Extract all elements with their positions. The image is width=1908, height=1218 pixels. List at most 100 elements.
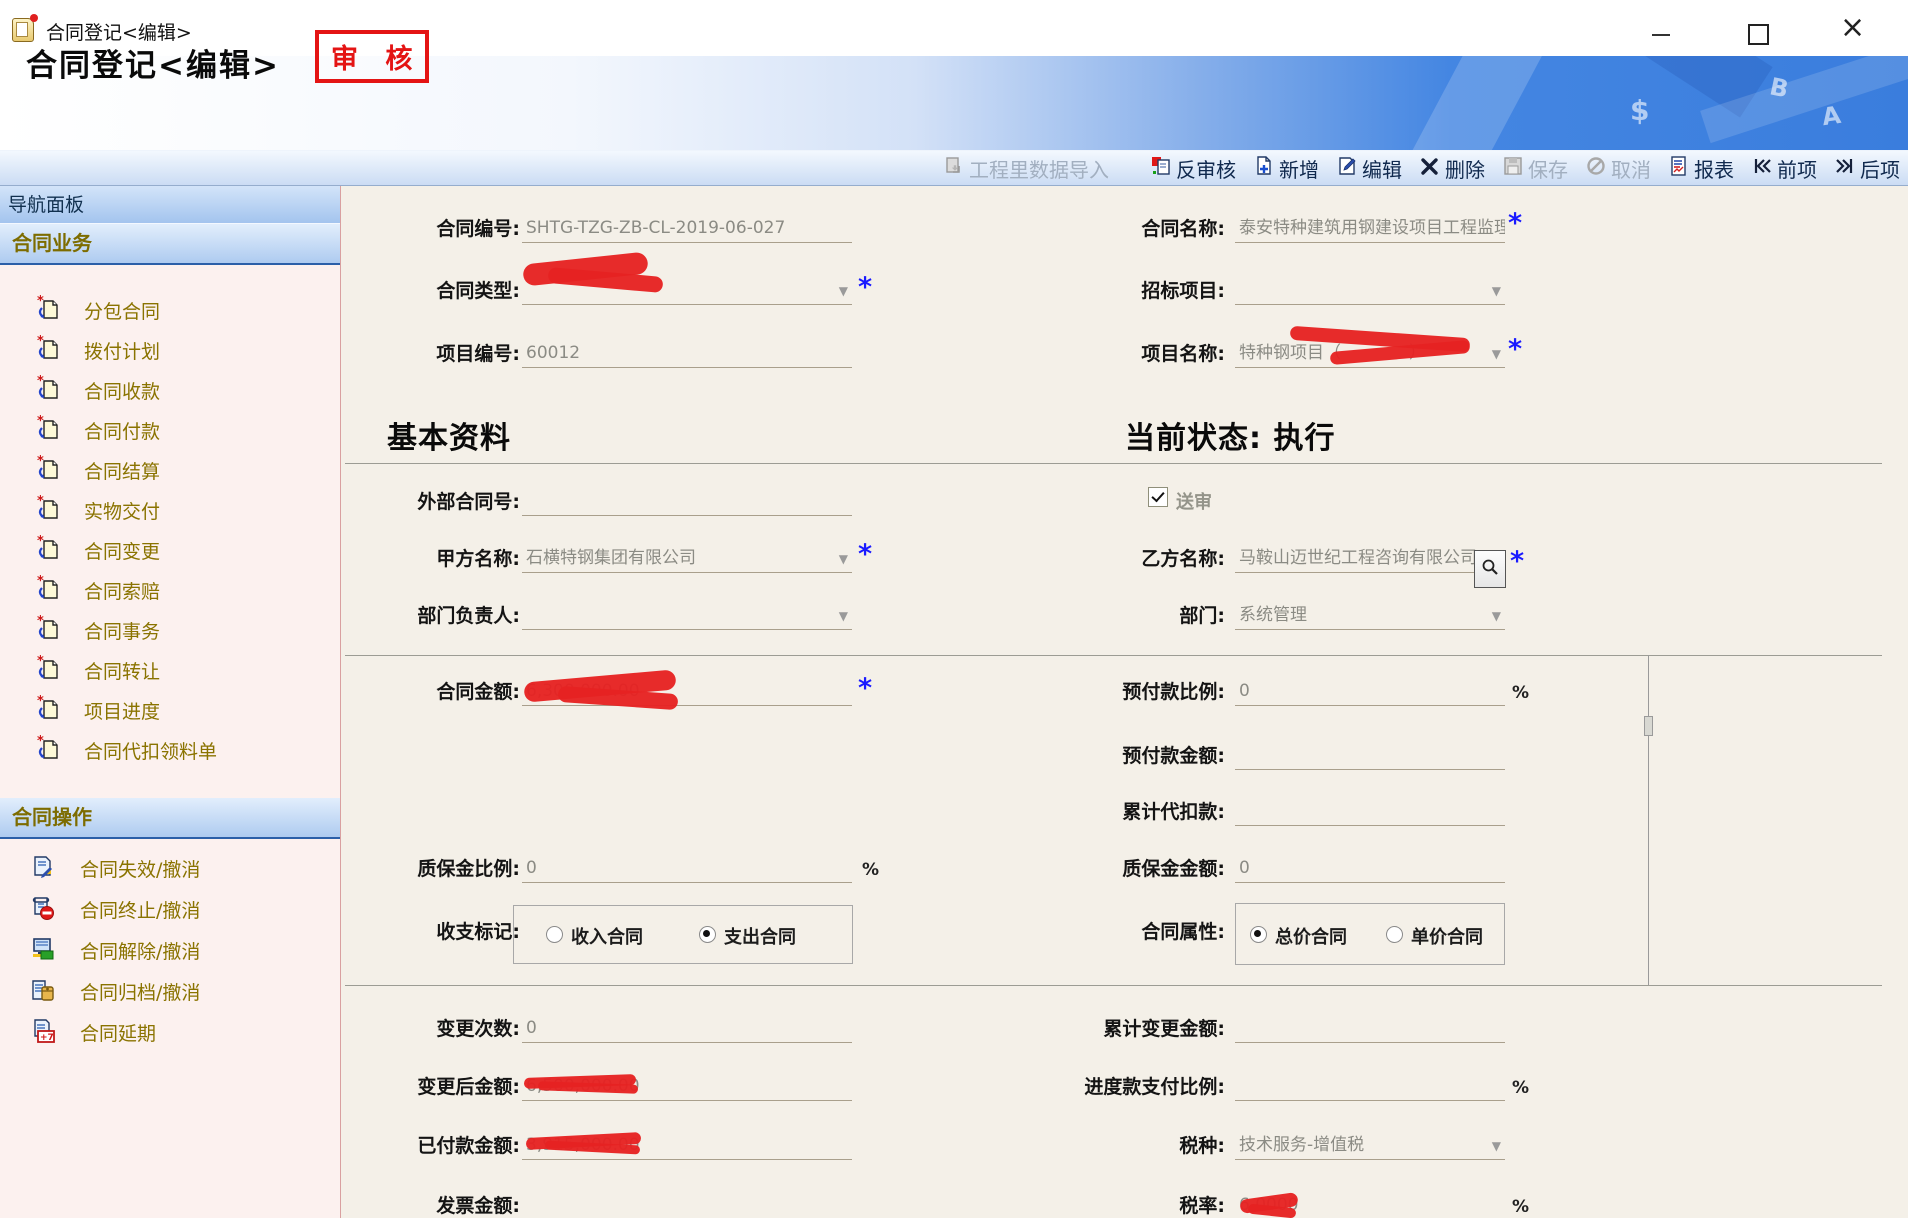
chevron-down-icon[interactable]: ▼	[839, 553, 848, 565]
toolbar-delete-button[interactable]: 删除	[1420, 154, 1485, 183]
toolbar-add-button[interactable]: 新增	[1254, 154, 1319, 183]
field-warranty-ratio: 质保金比例: 0	[350, 855, 852, 883]
doc-arrow-icon	[36, 375, 62, 405]
sidebar-panel-title: 导航面板	[0, 186, 340, 224]
panel-edge	[1648, 655, 1649, 985]
contract-registration-window: * 合同登记<编辑> × $ B A 合同登记<编辑> 审 核 工程里数据导入 …	[0, 0, 1908, 1218]
chevron-down-icon[interactable]: ▼	[839, 610, 848, 622]
save-icon	[1503, 156, 1523, 181]
doc-arrow-icon	[36, 655, 62, 685]
warranty-ratio-input[interactable]: 0	[522, 855, 852, 883]
toolbar-next-button[interactable]: 后项	[1835, 154, 1900, 183]
invoice-amount-input[interactable]	[522, 1192, 852, 1218]
lump-sum-radio[interactable]	[1250, 926, 1267, 943]
unapprove-icon	[1151, 156, 1171, 181]
sidebar-item-contract-transfer[interactable]: 合同转让	[0, 650, 340, 690]
toolbar-save-button: 保存	[1503, 154, 1568, 183]
sidebar-item-project-progress[interactable]: 项目进度	[0, 690, 340, 730]
sidebar-item-physical-delivery[interactable]: 实物交付	[0, 490, 340, 530]
doc-arrow-icon	[36, 415, 62, 445]
unit-price-radio[interactable]	[1386, 926, 1403, 943]
field-bidding-project: 招标项目: ▼	[1000, 277, 1505, 305]
party-b-dropdown[interactable]: 马鞍山迈世纪工程咨询有限公司▼	[1235, 545, 1505, 573]
change-count-input[interactable]: 0	[522, 1015, 852, 1043]
field-invoice-amount: 发票金额:	[350, 1192, 852, 1218]
progress-pay-ratio-input[interactable]	[1235, 1073, 1505, 1101]
external-no-input[interactable]	[522, 488, 852, 516]
sidebar-item-subcontract[interactable]: 分包合同	[0, 290, 340, 330]
doc-arrow-icon	[36, 295, 62, 325]
cumulative-change-amount-input[interactable]	[1235, 1015, 1505, 1043]
sidebar-item-contract-terminate[interactable]: 合同终止/撤消	[0, 889, 340, 930]
doc-arrow-icon	[36, 335, 62, 365]
maximize-button[interactable]	[1748, 24, 1769, 45]
sidebar-item-contract-settlement[interactable]: 合同结算	[0, 450, 340, 490]
sidebar-item-contract-payment[interactable]: 合同付款	[0, 410, 340, 450]
warranty-amount-input[interactable]: 0	[1235, 855, 1505, 883]
percent-suffix: %	[862, 860, 879, 880]
sidebar-item-contract-rescind[interactable]: 合同解除/撤消	[0, 930, 340, 971]
expense-contract-radio[interactable]	[699, 926, 716, 943]
close-button[interactable]: ×	[1840, 8, 1865, 48]
divider	[345, 985, 1882, 986]
withhold-total-input[interactable]	[1235, 798, 1505, 826]
prev-icon	[1752, 156, 1772, 181]
current-status-heading: 当前状态: 执行	[1125, 413, 1335, 457]
sidebar-item-contract-claim[interactable]: 合同索赔	[0, 570, 340, 610]
required-marker: *	[858, 541, 872, 568]
party-b-search-button[interactable]	[1474, 550, 1506, 588]
sidebar-item-contract-extend[interactable]: +7 合同延期	[0, 1012, 340, 1053]
dept-manager-dropdown[interactable]: ▼	[522, 602, 852, 630]
party-a-dropdown[interactable]: 石横特钢集团有限公司▼	[522, 545, 852, 573]
income-contract-radio[interactable]	[546, 926, 563, 943]
sidebar-group-contract-business[interactable]: 合同业务	[0, 224, 340, 265]
doc-arrow-icon	[36, 735, 62, 765]
chevron-down-icon[interactable]: ▼	[1492, 610, 1501, 622]
percent-suffix: %	[1512, 1078, 1529, 1098]
chevron-down-icon[interactable]: ▼	[839, 285, 848, 297]
percent-suffix: %	[1512, 683, 1529, 703]
sidebar-group-contract-operations[interactable]: 合同操作	[0, 798, 340, 839]
rescind-icon	[30, 936, 56, 966]
sidebar-item-contract-change[interactable]: 合同变更	[0, 530, 340, 570]
divider	[345, 655, 1882, 656]
doc-arrow-icon	[36, 535, 62, 565]
sidebar-item-payment-plan[interactable]: 拨付计划	[0, 330, 340, 370]
toolbar-report-button[interactable]: 报表	[1669, 154, 1734, 183]
sidebar-item-contract-receipt[interactable]: 合同收款	[0, 370, 340, 410]
contract-name-input[interactable]: 泰安特种建筑用钢建设项目工程监理合	[1235, 215, 1505, 243]
panel-grip[interactable]	[1644, 716, 1653, 736]
send-review-checkbox[interactable]	[1148, 487, 1168, 507]
invalidate-icon	[30, 854, 56, 884]
chevron-down-icon[interactable]: ▼	[1492, 348, 1501, 360]
toolbar: 工程里数据导入 反审核 新增 编辑 删除 保存 取消 报表	[0, 150, 1908, 186]
tax-type-dropdown[interactable]: 技术服务-增值税▼	[1235, 1132, 1505, 1160]
titlebar: 合同登记<编辑> ×	[0, 0, 1908, 56]
advance-ratio-input[interactable]: 0	[1235, 678, 1505, 706]
doc-arrow-icon	[36, 615, 62, 645]
import-icon	[944, 156, 964, 181]
banner-dollar-glyph: $	[1630, 94, 1649, 127]
contract-no-input[interactable]: SHTG-TZG-ZB-CL-2019-06-027	[522, 215, 852, 243]
sidebar-item-withhold-material-slip[interactable]: 合同代扣领料单	[0, 730, 340, 770]
toolbar-unapprove-button[interactable]: 反审核	[1151, 154, 1236, 183]
dept-dropdown[interactable]: 系统管理▼	[1235, 602, 1505, 630]
app-icon	[12, 14, 38, 42]
sidebar-business-list: 分包合同 拨付计划 合同收款 合同付款 合同结算 实物交付 合同变更 合同索赔 …	[0, 290, 340, 770]
bidding-project-dropdown[interactable]: ▼	[1235, 277, 1505, 305]
toolbar-prev-button[interactable]: 前项	[1752, 154, 1817, 183]
page-title: 合同登记<编辑>	[26, 40, 280, 85]
advance-amount-input[interactable]	[1235, 742, 1505, 770]
chevron-down-icon[interactable]: ▼	[1492, 285, 1501, 297]
sidebar-item-contract-invalidate[interactable]: 合同失效/撤消	[0, 848, 340, 889]
archive-icon	[30, 977, 56, 1007]
toolbar-edit-button[interactable]: 编辑	[1337, 154, 1402, 183]
minimize-button[interactable]	[1652, 34, 1670, 36]
inout-flag-label: 收支标记:	[350, 918, 520, 946]
project-no-input[interactable]: 60012	[522, 340, 852, 368]
field-tax-type: 税种: 技术服务-增值税▼	[1000, 1132, 1505, 1160]
contract-attr-label: 合同属性:	[1000, 918, 1225, 946]
sidebar-item-contract-archive[interactable]: 合同归档/撤消	[0, 971, 340, 1012]
sidebar-item-contract-affairs[interactable]: 合同事务	[0, 610, 340, 650]
chevron-down-icon[interactable]: ▼	[1492, 1140, 1501, 1152]
